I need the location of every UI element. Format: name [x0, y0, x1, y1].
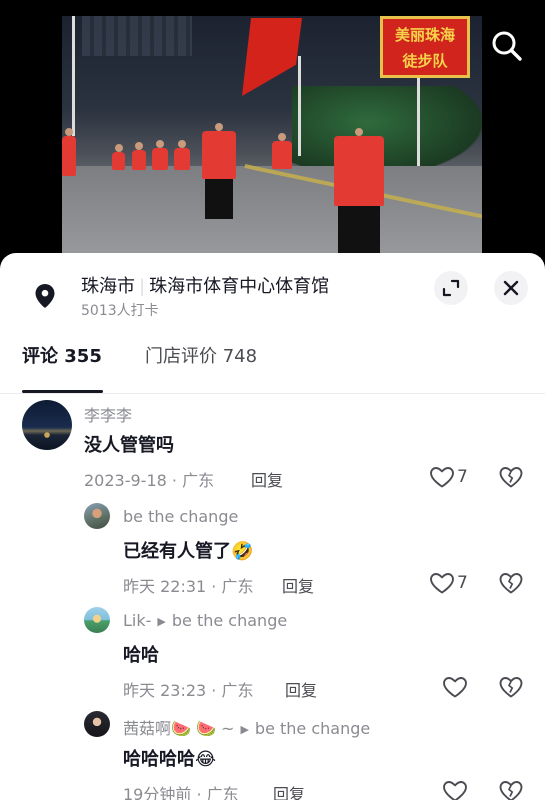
comment-author[interactable]: 李李李 — [84, 402, 132, 426]
comment-author[interactable]: be the change — [123, 507, 238, 526]
reply-button[interactable]: 回复 — [285, 677, 317, 701]
search-icon[interactable] — [489, 28, 525, 64]
avatar[interactable] — [84, 711, 110, 737]
meta-separator: · — [206, 577, 222, 596]
meta-separator: · — [206, 681, 222, 700]
reply-button[interactable]: 回复 — [282, 573, 314, 597]
close-button[interactable] — [494, 271, 528, 305]
like-heart-icon[interactable] — [442, 780, 468, 800]
comment-region: 广东 — [221, 681, 254, 700]
checkin-count: 5013人打卡 — [81, 303, 159, 319]
location-pin-icon — [35, 284, 55, 308]
meta-separator: · — [166, 471, 183, 490]
comment-date: 昨天 23:23 — [123, 681, 207, 700]
comment-text: 哈哈哈哈😂 — [123, 745, 216, 771]
comment-text: 已经有人管了🤣 — [123, 537, 253, 563]
like-count: 7 — [457, 467, 468, 487]
expand-icon — [442, 279, 460, 297]
marcher — [334, 128, 384, 206]
location-venue: 珠海市体育中心体育馆 — [149, 276, 330, 297]
comment-meta: 昨天 23:23 · 广东 — [123, 677, 253, 701]
location-title: 珠海市 | 珠海市体育中心体育馆 — [81, 272, 329, 298]
marcher — [112, 144, 125, 170]
avatar[interactable] — [84, 503, 110, 529]
reply-to-user[interactable]: be the change — [172, 611, 287, 630]
video-track — [62, 166, 482, 262]
tab-divider — [0, 393, 545, 394]
comment-author-line: 茜菇啊🍉 🍉 ~ ▶ be the change — [123, 715, 370, 739]
avatar[interactable] — [22, 400, 72, 450]
sign-pole — [417, 76, 420, 166]
comment-text-body: 已经有人管了 — [123, 541, 231, 562]
like-heart-icon[interactable] — [442, 676, 468, 698]
dislike-heart-icon[interactable] — [499, 572, 523, 594]
title-separator: | — [139, 276, 146, 297]
comment-region: 广东 — [221, 577, 254, 596]
avatar[interactable] — [84, 607, 110, 633]
close-icon — [503, 280, 519, 296]
reply-to-user[interactable]: be the change — [255, 719, 370, 738]
location-header[interactable]: 珠海市 | 珠海市体育中心体育馆 5013人打卡 — [0, 253, 545, 325]
comment-meta: 2023-9-18 · 广东 — [84, 467, 214, 491]
tab-comments[interactable]: 评论 355 — [22, 345, 102, 369]
like-count: 7 — [457, 573, 468, 593]
comment-reply-item: 茜菇啊🍉 🍉 ~ ▶ be the change 哈哈哈哈😂 19分钟前 · 广东 … — [0, 709, 545, 800]
sign-line-1: 美丽珠海 — [394, 26, 455, 44]
comment-author[interactable]: 茜菇啊 — [123, 719, 171, 738]
comment-text: 没人管管吗 — [84, 435, 174, 456]
reply-button[interactable]: 回复 — [251, 467, 283, 491]
red-flag — [242, 18, 302, 96]
location-city: 珠海市 — [81, 276, 135, 297]
comment-author[interactable]: Lik- — [123, 611, 151, 630]
like-heart-icon[interactable] — [429, 466, 455, 488]
comment-reply-item: be the change 已经有人管了🤣 昨天 22:31 · 广东 回复 7 — [0, 501, 545, 605]
reply-arrow-icon: ▶ — [157, 615, 166, 628]
tab-bar: 评论 355 门店评价 748 — [0, 345, 545, 393]
video-player[interactable]: 美丽珠海 徒步队 — [0, 0, 545, 262]
tab-store-reviews[interactable]: 门店评价 748 — [145, 345, 257, 369]
video-frame: 美丽珠海 徒步队 — [62, 16, 482, 262]
marcher — [132, 142, 146, 170]
marcher — [202, 123, 236, 179]
comment-meta: 昨天 22:31 · 广东 — [123, 573, 253, 597]
flag-pole — [72, 16, 75, 136]
expand-button[interactable] — [434, 271, 468, 305]
like-heart-icon[interactable] — [429, 572, 455, 594]
video-trees — [292, 86, 482, 176]
team-sign: 美丽珠海 徒步队 — [380, 16, 470, 78]
reply-button[interactable]: 回复 — [273, 781, 305, 800]
comment-meta: 19分钟前 · 广东 — [123, 781, 239, 800]
comment-item: 李李李 没人管管吗 2023-9-18 · 广东 回复 7 — [0, 399, 545, 499]
comment-date: 19分钟前 — [123, 785, 192, 800]
marcher — [62, 128, 76, 176]
comment-date: 昨天 22:31 — [123, 577, 207, 596]
dislike-heart-icon[interactable] — [499, 780, 523, 800]
reply-arrow-icon: ▶ — [240, 723, 249, 736]
location-comments-panel: 珠海市 | 珠海市体育中心体育馆 5013人打卡 评论 355 门店评价 748 李… — [0, 253, 545, 800]
marcher — [174, 140, 190, 170]
sign-line-2: 徒步队 — [402, 52, 448, 70]
comment-text-body: 哈哈哈哈 — [123, 749, 195, 770]
comment-author-line: Lik- ▶ be the change — [123, 611, 287, 630]
author-emoji: 🍉 🍉 ~ — [171, 719, 235, 738]
flag-pole — [298, 56, 301, 156]
marcher — [152, 140, 168, 170]
dislike-heart-icon[interactable] — [499, 466, 523, 488]
rofl-emoji: 🤣 — [231, 541, 254, 562]
marcher — [272, 133, 292, 169]
marcher-legs — [205, 179, 233, 219]
dislike-heart-icon[interactable] — [499, 676, 523, 698]
meta-separator: · — [191, 785, 207, 800]
tears-of-joy-emoji: 😂 — [195, 749, 217, 770]
comment-date: 2023-9-18 — [84, 471, 167, 490]
video-building — [82, 16, 192, 56]
comment-region: 广东 — [182, 471, 215, 490]
comment-text: 哈哈 — [123, 645, 159, 666]
comment-region: 广东 — [206, 785, 239, 800]
comment-reply-item: Lik- ▶ be the change 哈哈 昨天 23:23 · 广东 回复 — [0, 605, 545, 709]
